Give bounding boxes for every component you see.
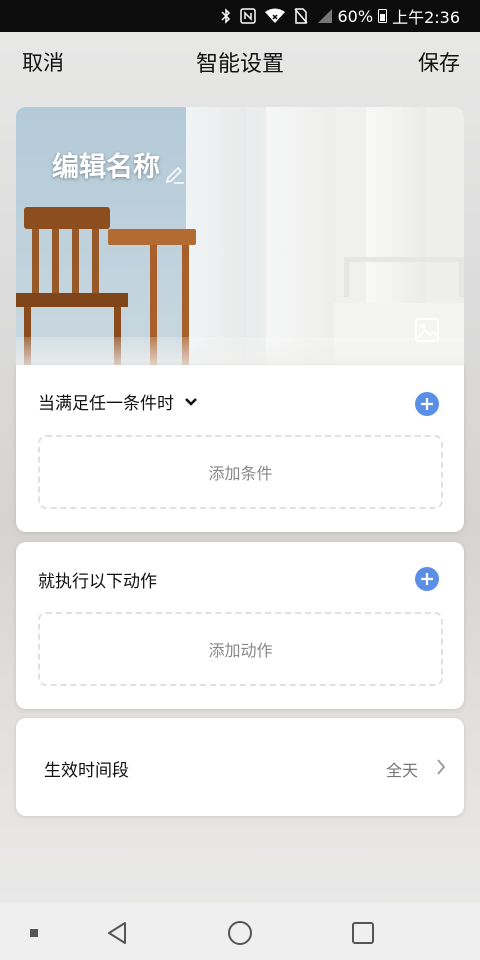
wifi-icon: [264, 8, 285, 24]
navigation-bar: [0, 903, 480, 960]
chevron-right-icon: [434, 758, 448, 776]
home-button[interactable]: [228, 921, 252, 945]
no-sim-icon: [293, 8, 308, 24]
cover-chair-slat: [32, 229, 39, 301]
effective-time-value: 全天: [385, 761, 418, 780]
condition-title: 当满足任一条件时: [38, 394, 174, 414]
status-bar: 60% 上午2:36: [0, 0, 480, 32]
battery-icon: [378, 9, 388, 23]
cover-chair-slat: [72, 229, 79, 301]
recent-apps-button[interactable]: [352, 922, 374, 944]
dot-icon: [30, 929, 38, 937]
battery-percent: 60%: [337, 6, 374, 26]
signal-icon: [317, 8, 333, 24]
plus-icon: [420, 572, 434, 586]
cover-chair-slat: [52, 229, 59, 301]
plus-icon: [420, 397, 434, 411]
action-card: 就执行以下动作 添加动作: [16, 542, 464, 709]
effective-time-label: 生效时间段: [44, 761, 129, 781]
add-condition-box[interactable]: 添加条件: [38, 435, 443, 509]
add-condition-button[interactable]: [415, 392, 439, 416]
chevron-down-icon: [184, 397, 198, 407]
cover-desk: [108, 229, 196, 245]
effective-time-row[interactable]: 生效时间段 全天: [16, 718, 464, 816]
action-title: 就执行以下动作: [38, 572, 157, 592]
cover-chair: [24, 207, 110, 229]
save-button[interactable]: 保存: [418, 47, 460, 77]
scene-cover-image[interactable]: 编辑名称: [16, 107, 464, 365]
cover-chair-seat: [16, 293, 128, 307]
header: 取消 智能设置 保存: [0, 32, 480, 92]
action-title-row: 就执行以下动作: [38, 567, 157, 592]
status-time: 上午2:36: [392, 8, 460, 27]
pencil-icon: [163, 162, 185, 184]
cover-floor: [16, 337, 464, 365]
add-action-label: 添加动作: [208, 641, 273, 660]
image-icon[interactable]: [414, 317, 440, 343]
back-button[interactable]: [106, 921, 128, 949]
add-action-button[interactable]: [415, 567, 439, 591]
page-title: 智能设置: [195, 52, 285, 77]
condition-card: 当满足任一条件时 添加条件: [16, 365, 464, 532]
bluetooth-icon: [220, 8, 231, 24]
edit-name-button[interactable]: 编辑名称: [52, 145, 185, 184]
cover-curtain: [266, 107, 336, 365]
cancel-button[interactable]: 取消: [22, 47, 64, 77]
scene-name-label: 编辑名称: [52, 152, 160, 183]
condition-type-selector[interactable]: 当满足任一条件时: [38, 389, 198, 414]
nfc-icon: [239, 8, 256, 24]
add-action-box[interactable]: 添加动作: [38, 612, 443, 686]
add-condition-label: 添加条件: [208, 464, 273, 483]
cover-chair-slat: [92, 229, 99, 301]
cover-bed-headboard: [344, 257, 464, 297]
